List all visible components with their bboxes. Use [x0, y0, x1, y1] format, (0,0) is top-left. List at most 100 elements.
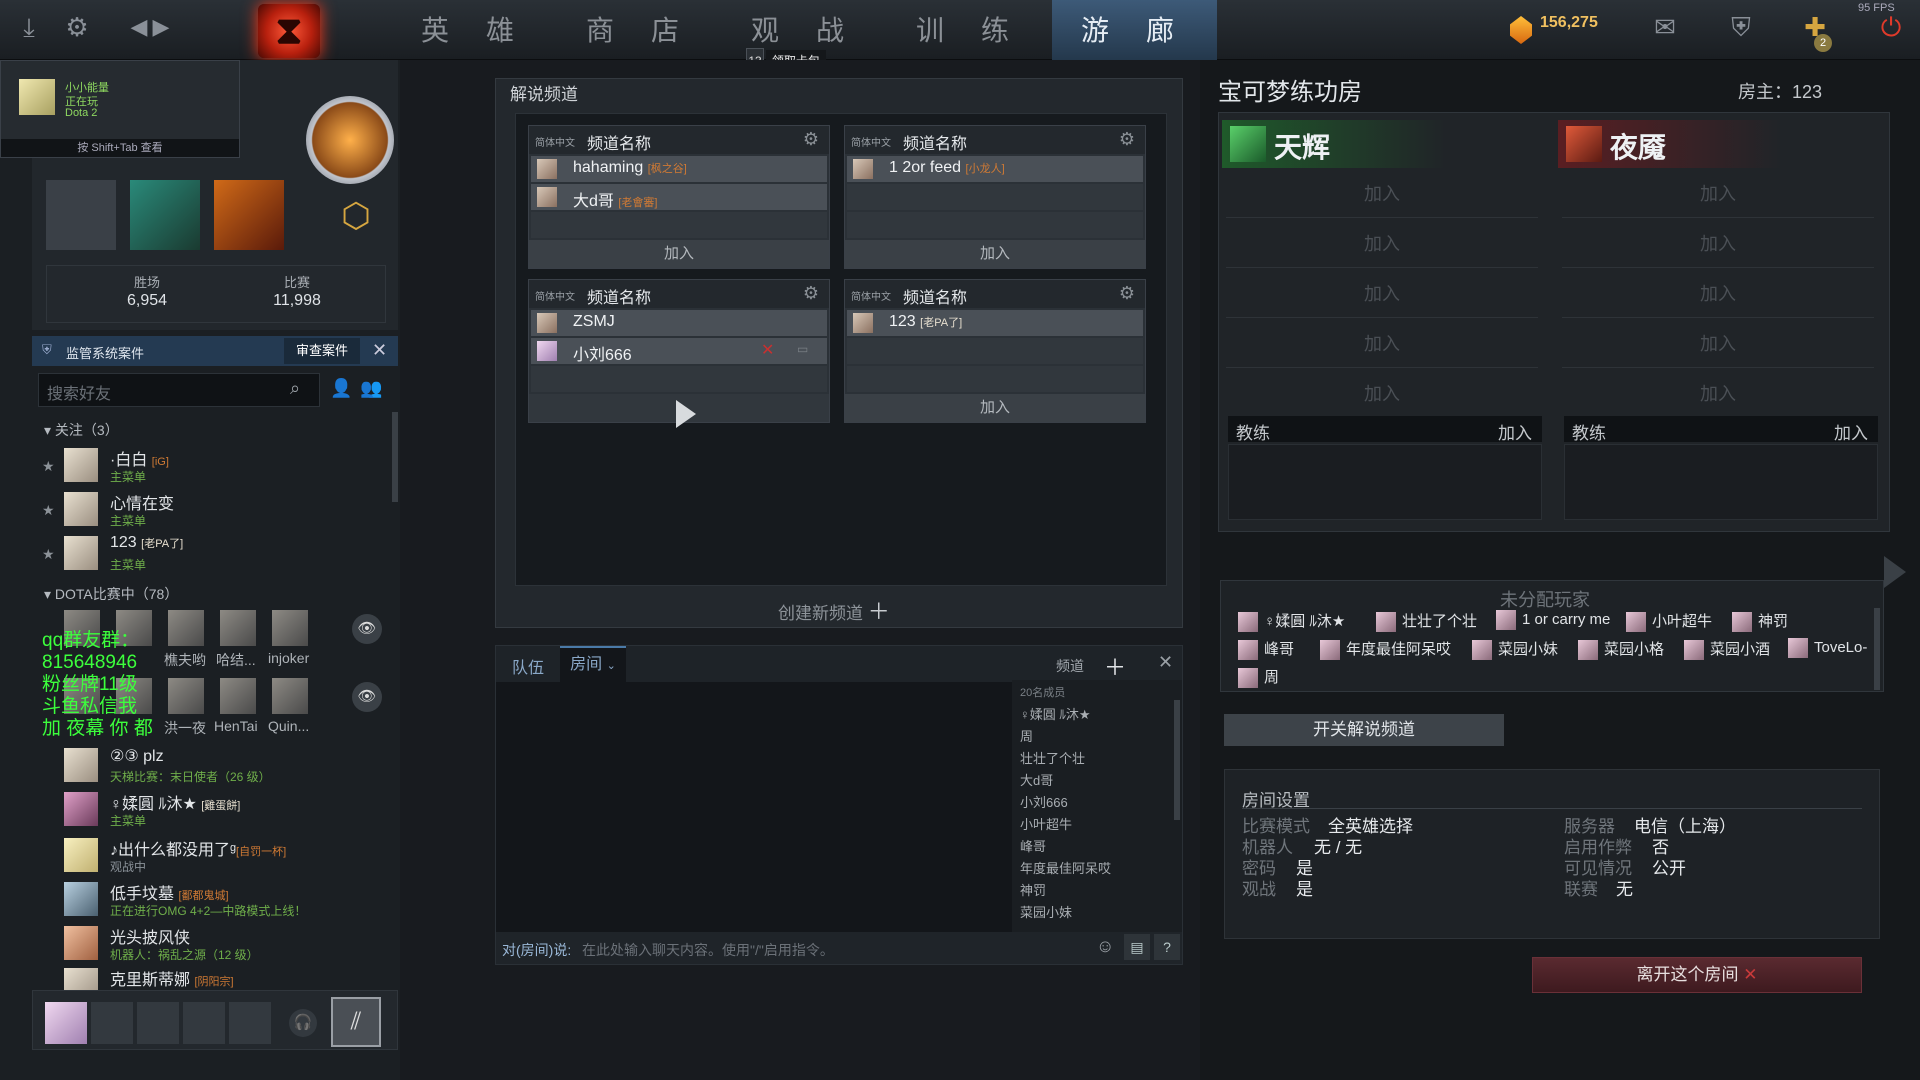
tab-learn[interactable]: 训 练 [887, 0, 1052, 60]
coach-join-button[interactable]: 加入 [1834, 419, 1868, 444]
friend-item[interactable]: 光头披风侠 机器人：祸乱之源（12 级） [42, 924, 382, 968]
channel-join-button[interactable]: 加入 [529, 240, 829, 268]
friends-list-icon[interactable]: 👥 [360, 378, 382, 399]
unassigned-player[interactable]: 1 or carry me [1496, 610, 1610, 634]
star-icon[interactable]: ★ [42, 458, 55, 475]
avatar[interactable] [168, 610, 204, 646]
avatar[interactable] [168, 678, 204, 714]
close-icon[interactable]: ✕ [372, 340, 387, 361]
avatar[interactable] [272, 610, 308, 646]
close-icon[interactable]: ✕ [761, 340, 774, 360]
camera-icon[interactable]: ▭ [797, 342, 808, 356]
avatar[interactable] [220, 610, 256, 646]
channel-join-button[interactable]: 加入 [845, 394, 1145, 422]
party-slot[interactable] [183, 1002, 225, 1044]
member-name[interactable]: 神罚 [1020, 880, 1046, 899]
chat-input[interactable]: 在此处输入聊天内容。使用"/"启用指令。 [582, 940, 982, 960]
unassigned-player[interactable]: ToveLo- [1788, 638, 1867, 662]
channel-member[interactable]: ZSMJ [531, 310, 827, 336]
friend-item[interactable]: ②③ plz 天梯比赛：末日使者（26 级） [42, 746, 382, 790]
unassigned-player[interactable]: 菜园小妹 [1472, 638, 1558, 662]
dire-join-slot[interactable]: 加入 [1562, 220, 1874, 268]
armory-icon[interactable]: ⛨ [1726, 12, 1756, 42]
create-channel-button[interactable]: 创建新频道 ＋ [778, 594, 890, 626]
channel-join-button[interactable]: 加入 [845, 240, 1145, 268]
ingame-header[interactable]: ▾ DOTA比赛中（78） [44, 584, 178, 604]
radiant-join-slot[interactable]: 加入 [1226, 270, 1538, 318]
dire-join-slot[interactable]: 加入 [1562, 270, 1874, 318]
member-name[interactable]: 峰哥 [1020, 836, 1046, 855]
channel-member[interactable]: 大d哥 [老會審] [531, 184, 827, 210]
unassigned-player[interactable]: 周 [1238, 666, 1279, 690]
forward-icon[interactable]: ▶ [146, 12, 176, 42]
star-icon[interactable]: ★ [42, 546, 55, 563]
eye-icon[interactable]: 👁 [352, 614, 382, 644]
hero-portrait-2[interactable] [214, 180, 284, 250]
plus-icon[interactable]: ＋ [1104, 650, 1126, 682]
friend-item[interactable]: ★ 123 [老PA了] 主菜单 [42, 534, 382, 578]
friend-item[interactable]: ♀媃圓 ﾙ沐★ [雞蛋餅] 主菜单 [42, 790, 382, 834]
friend-item[interactable]: 低手坟墓 [鄱都鬼城] 正在进行OMG 4+2—中路模式上线！ [42, 880, 382, 924]
review-case-button[interactable]: 审查案件 [284, 338, 360, 364]
expand-arrow-icon[interactable] [1884, 556, 1906, 588]
member-scrollbar[interactable] [1174, 700, 1180, 820]
tab-store[interactable]: 商 店 [557, 0, 722, 60]
courier-portrait[interactable] [46, 180, 116, 250]
unassigned-player[interactable]: 菜园小酒 [1684, 638, 1770, 662]
leave-room-button[interactable]: 离开这个房间 ✕ [1532, 957, 1862, 993]
friends-scrollbar[interactable] [392, 412, 398, 502]
radiant-join-slot[interactable]: 加入 [1226, 320, 1538, 368]
star-icon[interactable]: ★ [42, 502, 55, 519]
power-icon[interactable]: ⏻ [1876, 12, 1906, 42]
party-slot[interactable] [91, 1002, 133, 1044]
member-name[interactable]: ♀媃圓 ﾙ沐★ [1020, 704, 1091, 723]
tab-heroes[interactable]: 英 雄 [392, 0, 557, 60]
dire-join-slot[interactable]: 加入 [1562, 170, 1874, 218]
dota-logo[interactable]: ⧗ [258, 4, 320, 58]
channel-member[interactable]: 123 [老PA了] [847, 310, 1143, 336]
gear-icon[interactable]: ⚙ [1119, 283, 1135, 304]
help-icon[interactable]: ? [1154, 934, 1180, 960]
friend-notification[interactable]: 小小能量 正在玩 Dota 2 按 Shift+Tab 查看 [0, 60, 240, 158]
hero-portrait-1[interactable] [130, 180, 200, 250]
close-icon[interactable]: ✕ [1158, 652, 1173, 673]
gear-icon[interactable]: ⚙ [803, 129, 819, 150]
radiant-join-slot[interactable]: 加入 [1226, 370, 1538, 418]
channel-member-self[interactable]: 小刘666 ✕ ▭ [531, 338, 827, 364]
search-icon[interactable]: ⌕ [290, 378, 300, 399]
add-friend-icon[interactable]: 👤 [330, 378, 352, 399]
emoji-icon[interactable]: ☺ [1096, 936, 1114, 957]
following-header[interactable]: ▾ 关注（3） [44, 420, 119, 440]
unassigned-player[interactable]: 峰哥 [1238, 638, 1294, 662]
member-name[interactable]: 大d哥 [1020, 770, 1053, 789]
member-name[interactable]: 壮壮了个壮 [1020, 748, 1085, 767]
party-slot[interactable] [229, 1002, 271, 1044]
collapse-icon[interactable]: ⤓ [14, 12, 44, 42]
rank-medal[interactable] [306, 96, 394, 184]
channel-member[interactable]: hahaming [枫之谷] [531, 156, 827, 182]
friend-item[interactable]: 克里斯蒂娜 [阴阳宗] [42, 966, 382, 990]
headset-icon[interactable]: 🎧 [289, 1009, 317, 1037]
unassigned-player[interactable]: 小叶超牛 [1626, 610, 1712, 634]
member-name[interactable]: 年度最佳阿呆哎 [1020, 858, 1111, 877]
plus-hex-icon[interactable]: ⬡ [336, 196, 376, 236]
member-name[interactable]: 周 [1020, 726, 1033, 745]
commentary-toggle-button[interactable]: 开关解说频道 [1224, 714, 1504, 746]
eye-icon[interactable]: 👁 [352, 682, 382, 712]
friend-item[interactable]: ★ 心情在变 主菜单 [42, 490, 382, 534]
dire-join-slot[interactable]: 加入 [1562, 320, 1874, 368]
tab-arcade[interactable]: 游 廊 [1052, 0, 1217, 60]
tab-team[interactable]: 队伍 [512, 654, 544, 678]
member-name[interactable]: 菜园小妹 [1020, 902, 1072, 921]
unassigned-player[interactable]: 神罚 [1732, 610, 1788, 634]
unassigned-player[interactable]: 菜园小格 [1578, 638, 1664, 662]
unassigned-player[interactable]: 壮壮了个壮 [1376, 610, 1477, 634]
unassigned-scrollbar[interactable] [1874, 608, 1880, 690]
member-name[interactable]: 小叶超牛 [1020, 814, 1072, 833]
member-name[interactable]: 小刘666 [1020, 792, 1068, 811]
chat-wheel-icon[interactable]: ▤ [1124, 934, 1150, 960]
friend-item[interactable]: ♪出什么都没用了ᵍ[自罚一杯] 观战中 [42, 836, 382, 880]
friend-search-input[interactable]: 搜索好友 [38, 373, 320, 407]
radiant-join-slot[interactable]: 加入 [1226, 170, 1538, 218]
rank-badge-icon[interactable]: ⫽ [331, 997, 381, 1047]
